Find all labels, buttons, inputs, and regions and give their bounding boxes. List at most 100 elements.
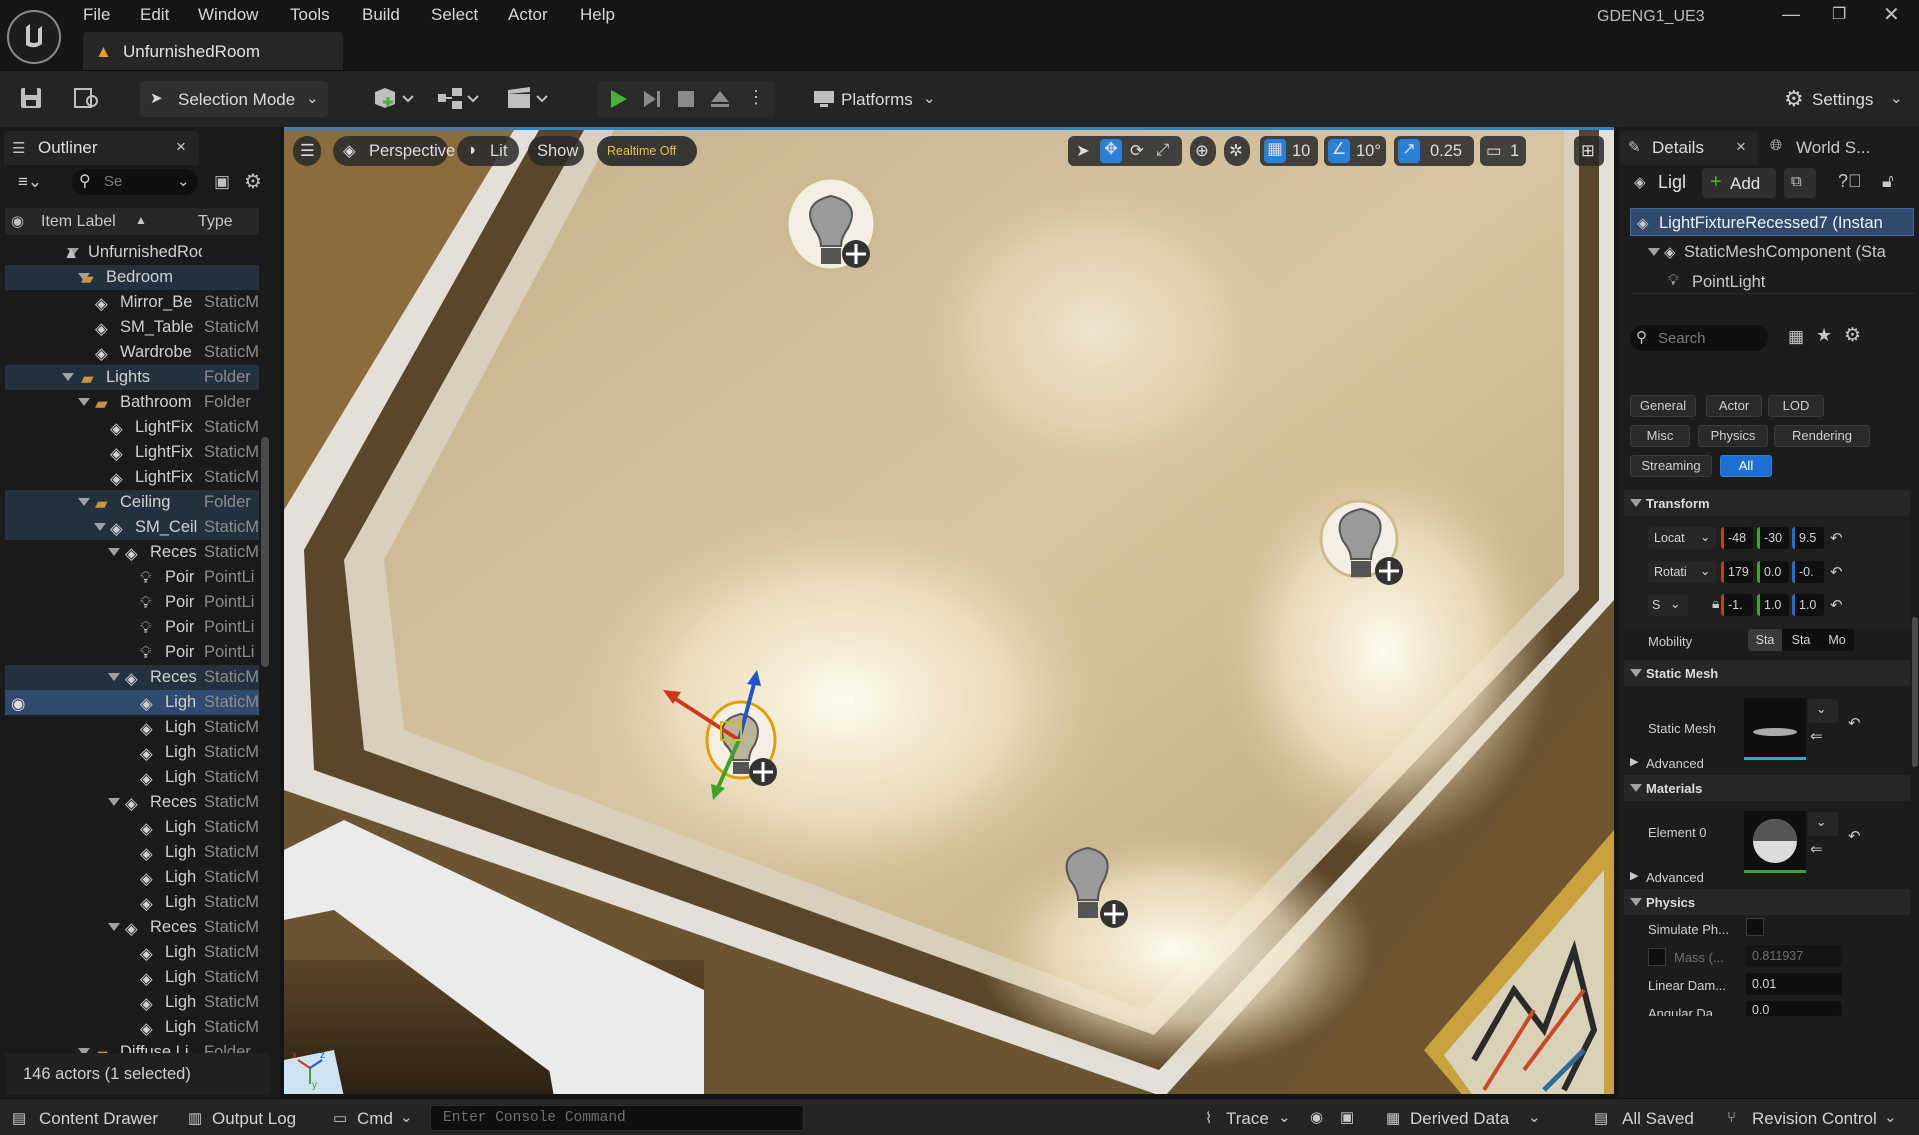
outliner-actor-row[interactable]: ◈ Ligh StaticM <box>5 890 259 915</box>
stop-icon[interactable] <box>675 88 697 110</box>
scale-field[interactable]: 1.0 <box>1792 594 1824 616</box>
outliner-actor-row[interactable]: ◈ Ligh StaticM <box>5 865 259 890</box>
tab-details[interactable]: ✎ Details × <box>1620 131 1758 165</box>
actor-name[interactable]: Ligl <box>1658 172 1686 193</box>
layout-button[interactable]: ⊞ <box>1574 136 1604 166</box>
table-view-icon[interactable]: ▦ <box>1788 327 1804 347</box>
console-input[interactable]: Enter Console Command <box>430 1105 804 1131</box>
select-tool-icon[interactable]: ➤ <box>1076 141 1090 161</box>
rotate-tool-icon[interactable]: ⟳ <box>1130 141 1144 161</box>
outliner-actor-row[interactable]: ◈ Ligh StaticM <box>5 965 259 990</box>
lock-icon[interactable]: 🔓︎ <box>1882 171 1894 192</box>
category-streaming[interactable]: Streaming <box>1630 455 1712 477</box>
expand-arrow-icon[interactable] <box>108 923 120 931</box>
restore-icon[interactable]: ❐ <box>1832 4 1846 24</box>
chevron-down-icon[interactable]: ⌄ <box>1884 1108 1897 1126</box>
category-physics[interactable]: Physics <box>1698 425 1768 447</box>
outliner-actor-row[interactable]: ◈ LightFix StaticM <box>5 465 259 490</box>
rotation-snap-button[interactable]: ∠ 10° <box>1324 136 1386 166</box>
simulate-physics-checkbox[interactable] <box>1746 918 1764 936</box>
angular-damping-field[interactable]: 0.0 <box>1746 1001 1842 1016</box>
category-actor[interactable]: Actor <box>1706 395 1762 417</box>
lock-icon[interactable]: 🔒︎ <box>1712 595 1719 612</box>
snapshot-icon[interactable]: ▣ <box>1340 1108 1354 1126</box>
section-static-mesh[interactable]: Static Mesh <box>1624 660 1910 686</box>
mass-override-checkbox[interactable] <box>1648 948 1666 966</box>
outliner-actor-row[interactable]: ◈ Ligh StaticM <box>5 940 259 965</box>
trace-button[interactable]: Trace <box>1226 1109 1269 1129</box>
menu-file[interactable]: File <box>83 5 110 25</box>
chevron-down-icon[interactable]: ⌄ <box>1278 1108 1291 1126</box>
category-lod[interactable]: LOD <box>1768 395 1824 417</box>
add-folder-icon[interactable]: ▣ <box>214 172 230 192</box>
outliner-actor-row[interactable]: ◈ SM_Ceil StaticM <box>5 515 259 540</box>
browse-icon[interactable] <box>73 85 101 111</box>
location-field[interactable]: -30 <box>1757 527 1789 549</box>
use-selected-icon[interactable]: ⇐ <box>1810 727 1823 745</box>
point-light-icon[interactable] <box>1319 495 1415 595</box>
help-icon[interactable]: ?⃝ <box>1838 171 1862 192</box>
eject-icon[interactable] <box>709 88 731 110</box>
reset-icon[interactable]: ↶ <box>1830 529 1843 547</box>
scale-field[interactable]: -1. <box>1721 594 1753 616</box>
tab-outliner[interactable]: ☰ Outliner × <box>4 131 199 165</box>
outliner-scrollbar[interactable] <box>261 437 269 667</box>
selection-mode-button[interactable]: ➤ Selection Mode ⌄ <box>140 81 328 117</box>
outliner-actor-row[interactable]: ▲ UnfurnishedRoom (Ed <box>5 240 259 265</box>
outliner-folder-row[interactable]: ▰ Ceiling Folder <box>5 490 259 515</box>
outliner-actor-row[interactable]: ◈ Reces StaticM <box>5 790 259 815</box>
expand-arrow-icon[interactable] <box>94 523 106 531</box>
cmd-button[interactable]: Cmd <box>357 1109 393 1129</box>
menu-build[interactable]: Build <box>362 5 400 25</box>
expand-arrow-icon[interactable] <box>108 798 120 806</box>
material-thumbnail[interactable] <box>1744 811 1806 873</box>
rotation-field[interactable]: 179 <box>1721 561 1753 583</box>
details-search-input[interactable]: ⚲ Search <box>1630 325 1768 351</box>
component-point-light[interactable]: 💡︎ PointLight <box>1668 270 1908 295</box>
eye-icon[interactable]: ◉ <box>11 212 24 230</box>
scale-snap-button[interactable]: ↗ 0.25 <box>1394 136 1474 166</box>
outliner-actor-row[interactable]: ◈ Wardrobe StaticM <box>5 340 259 365</box>
content-drawer-button[interactable]: Content Drawer <box>39 1109 158 1129</box>
outliner-folder-row[interactable]: ▰ Lights Folder <box>5 365 259 390</box>
menu-help[interactable]: Help <box>580 5 615 25</box>
all-saved-button[interactable]: All Saved <box>1622 1109 1694 1129</box>
point-light-icon[interactable] <box>1046 840 1142 940</box>
use-selected-icon[interactable]: ⇐ <box>1810 840 1823 858</box>
world-local-toggle[interactable]: ⊕ <box>1190 136 1216 166</box>
menu-edit[interactable]: Edit <box>140 5 169 25</box>
location-field[interactable]: -48 <box>1721 527 1753 549</box>
reset-icon[interactable]: ↶ <box>1830 596 1843 614</box>
unreal-logo-icon[interactable] <box>7 10 61 64</box>
filter-icon[interactable]: ≡⌄ <box>18 172 42 192</box>
outliner-actor-row[interactable]: ◈ LightFix StaticM <box>5 415 259 440</box>
move-tool-icon[interactable]: ✥ <box>1100 139 1122 163</box>
material-dropdown[interactable]: ⌄ <box>1808 812 1838 836</box>
outliner-actor-row[interactable]: ◈ SM_Table StaticM <box>5 315 259 340</box>
close-icon[interactable]: ✕ <box>1883 2 1900 27</box>
category-all[interactable]: All <box>1720 455 1772 477</box>
add-actor-button[interactable] <box>371 84 415 114</box>
outliner-actor-row[interactable]: ◈ Reces StaticM <box>5 915 259 940</box>
chevron-down-icon[interactable]: ⌄ <box>400 1108 413 1126</box>
record-icon[interactable]: ◉ <box>1310 1108 1323 1126</box>
outliner-actor-row[interactable]: 💡︎ Poir PointLi <box>5 565 259 590</box>
star-icon[interactable]: ★ <box>1816 325 1832 346</box>
tab-level[interactable]: ▲ UnfurnishedRoom <box>83 32 343 70</box>
surface-snap-toggle[interactable]: ✲ <box>1224 136 1250 166</box>
static-mesh-dropdown[interactable]: ⌄ <box>1808 699 1838 723</box>
minimize-icon[interactable]: — <box>1782 4 1800 25</box>
menu-window[interactable]: Window <box>198 5 258 25</box>
close-tab-icon[interactable]: × <box>176 137 186 157</box>
platforms-button[interactable]: Platforms ⌄ <box>803 81 943 117</box>
mobility-movable[interactable]: Mo <box>1820 629 1854 651</box>
grid-snap-button[interactable]: ▦ 10 <box>1260 136 1318 166</box>
expand-arrow-icon[interactable] <box>108 673 120 681</box>
outliner-actor-row[interactable]: ◈ Ligh StaticM <box>5 990 259 1015</box>
static-mesh-advanced[interactable]: ▶ Advanced <box>1624 751 1910 775</box>
rotation-field[interactable]: 0.0 <box>1757 561 1789 583</box>
eye-icon[interactable]: ◉ <box>11 694 25 714</box>
outliner-actor-row[interactable]: ◈ Ligh StaticM <box>5 715 259 740</box>
menu-actor[interactable]: Actor <box>508 5 548 25</box>
column-item-label[interactable]: Item Label <box>41 213 116 231</box>
